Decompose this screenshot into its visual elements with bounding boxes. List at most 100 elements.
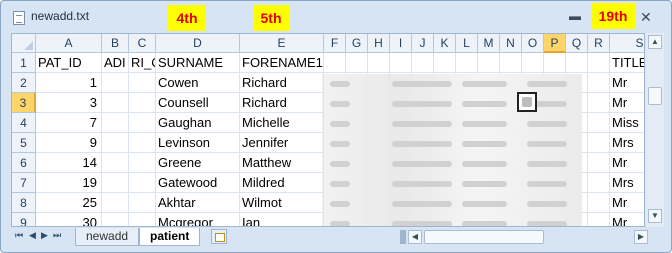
cell-a7[interactable]: 19 <box>36 173 102 193</box>
column-header-h[interactable]: H <box>368 34 390 53</box>
grid-cell[interactable] <box>588 173 610 193</box>
close-icon[interactable]: ✕ <box>640 9 652 26</box>
grid-cell[interactable] <box>324 53 346 73</box>
grid-cell[interactable] <box>588 53 610 73</box>
cell-c4[interactable] <box>129 113 156 133</box>
cell-b4[interactable] <box>102 113 129 133</box>
cell-s5[interactable]: Mrs <box>610 133 644 153</box>
horizontal-scroll-thumb[interactable] <box>424 230 544 244</box>
cell-b5[interactable] <box>102 133 129 153</box>
column-header-b[interactable]: B <box>102 34 129 53</box>
cell-e3[interactable]: Richard <box>240 93 324 113</box>
spreadsheet-grid[interactable]: ABCDEFGHIJKLMNOPQRS 1PAT_IDADIRI_CSURNAME… <box>11 33 645 227</box>
column-header-r[interactable]: R <box>588 34 610 53</box>
cell-s9[interactable]: Mr <box>610 213 644 226</box>
cell-a4[interactable]: 7 <box>36 113 102 133</box>
scroll-up-icon[interactable]: ▲ <box>648 35 662 49</box>
cell-c6[interactable] <box>129 153 156 173</box>
row-header-4[interactable]: 4 <box>12 113 36 133</box>
cell-d6[interactable]: Greene <box>156 153 240 173</box>
grid-cell[interactable] <box>588 73 610 93</box>
cell-s7[interactable]: Mrs <box>610 173 644 193</box>
grid-cell[interactable] <box>390 53 412 73</box>
cell-b2[interactable] <box>102 73 129 93</box>
horizontal-scrollbar[interactable]: ◀ ▶ <box>394 228 664 246</box>
column-header-f[interactable]: F <box>324 34 346 53</box>
grid-cell[interactable] <box>588 133 610 153</box>
column-header-a[interactable]: A <box>36 34 102 53</box>
cell-b1[interactable]: ADI <box>102 53 129 73</box>
row-header-7[interactable]: 7 <box>12 173 36 193</box>
select-all-corner[interactable] <box>12 34 36 53</box>
cell-a8[interactable]: 25 <box>36 193 102 213</box>
row-header-1[interactable]: 1 <box>12 53 36 73</box>
column-header-n[interactable]: N <box>500 34 522 53</box>
cell-c2[interactable] <box>129 73 156 93</box>
column-header-g[interactable]: G <box>346 34 368 53</box>
grid-cell[interactable] <box>544 53 566 73</box>
grid-cell[interactable] <box>588 93 610 113</box>
cell-s1[interactable]: TITLE <box>610 53 644 73</box>
cell-a2[interactable]: 1 <box>36 73 102 93</box>
grid-cell[interactable] <box>588 193 610 213</box>
row-header-2[interactable]: 2 <box>12 73 36 93</box>
cell-b9[interactable] <box>102 213 129 226</box>
scroll-down-icon[interactable]: ▼ <box>648 209 662 223</box>
grid-cell[interactable] <box>478 53 500 73</box>
column-header-j[interactable]: J <box>412 34 434 53</box>
vertical-scrollbar[interactable]: ▲ ▼ <box>646 33 664 227</box>
scroll-right-icon[interactable]: ▶ <box>634 230 648 244</box>
first-sheet-icon[interactable]: ⏮ <box>15 230 23 241</box>
cell-s6[interactable]: Mr <box>610 153 644 173</box>
column-header-k[interactable]: K <box>434 34 456 53</box>
prev-sheet-icon[interactable]: ◀ <box>29 230 36 241</box>
grid-cell[interactable] <box>500 53 522 73</box>
cell-c1[interactable]: RI_C <box>129 53 156 73</box>
column-header-m[interactable]: M <box>478 34 500 53</box>
column-header-s[interactable]: S <box>610 34 644 53</box>
cell-s3[interactable]: Mr <box>610 93 644 113</box>
cell-a9[interactable]: 30 <box>36 213 102 226</box>
cell-e5[interactable]: Jennifer <box>240 133 324 153</box>
grid-cell[interactable] <box>588 153 610 173</box>
tab-patient[interactable]: patient <box>139 228 201 246</box>
cell-d7[interactable]: Gatewood <box>156 173 240 193</box>
row-header-6[interactable]: 6 <box>12 153 36 173</box>
cell-c5[interactable] <box>129 133 156 153</box>
grid-cell[interactable] <box>588 113 610 133</box>
grid-cell[interactable] <box>434 53 456 73</box>
cell-e2[interactable]: Richard <box>240 73 324 93</box>
cell-b6[interactable] <box>102 153 129 173</box>
row-header-3[interactable]: 3 <box>12 93 36 113</box>
grid-cell[interactable] <box>566 53 588 73</box>
cell-e4[interactable]: Michelle <box>240 113 324 133</box>
cell-d1[interactable]: SURNAME <box>156 53 240 73</box>
row-header-9[interactable]: 9 <box>12 213 36 226</box>
cell-c8[interactable] <box>129 193 156 213</box>
cell-a3[interactable]: 3 <box>36 93 102 113</box>
minimize-icon[interactable]: ▬ <box>569 9 581 23</box>
column-header-d[interactable]: D <box>156 34 240 53</box>
column-header-l[interactable]: L <box>456 34 478 53</box>
cell-a6[interactable]: 14 <box>36 153 102 173</box>
cell-b8[interactable] <box>102 193 129 213</box>
cell-a1[interactable]: PAT_ID <box>36 53 102 73</box>
column-header-e[interactable]: E <box>240 34 324 53</box>
cell-d9[interactable]: Mcgregor <box>156 213 240 226</box>
grid-cell[interactable] <box>522 53 544 73</box>
cell-d5[interactable]: Levinson <box>156 133 240 153</box>
active-cell-P3[interactable] <box>517 92 537 112</box>
cell-s4[interactable]: Miss <box>610 113 644 133</box>
scroll-left-icon[interactable]: ◀ <box>408 230 422 244</box>
column-header-i[interactable]: I <box>390 34 412 53</box>
cell-b7[interactable] <box>102 173 129 193</box>
cell-c9[interactable] <box>129 213 156 226</box>
cell-b3[interactable] <box>102 93 129 113</box>
next-sheet-icon[interactable]: ▶ <box>41 230 48 241</box>
row-header-5[interactable]: 5 <box>12 133 36 153</box>
cell-e9[interactable]: Ian <box>240 213 324 226</box>
grid-cell[interactable] <box>368 53 390 73</box>
column-header-q[interactable]: Q <box>566 34 588 53</box>
cell-s2[interactable]: Mr <box>610 73 644 93</box>
cell-e7[interactable]: Mildred <box>240 173 324 193</box>
